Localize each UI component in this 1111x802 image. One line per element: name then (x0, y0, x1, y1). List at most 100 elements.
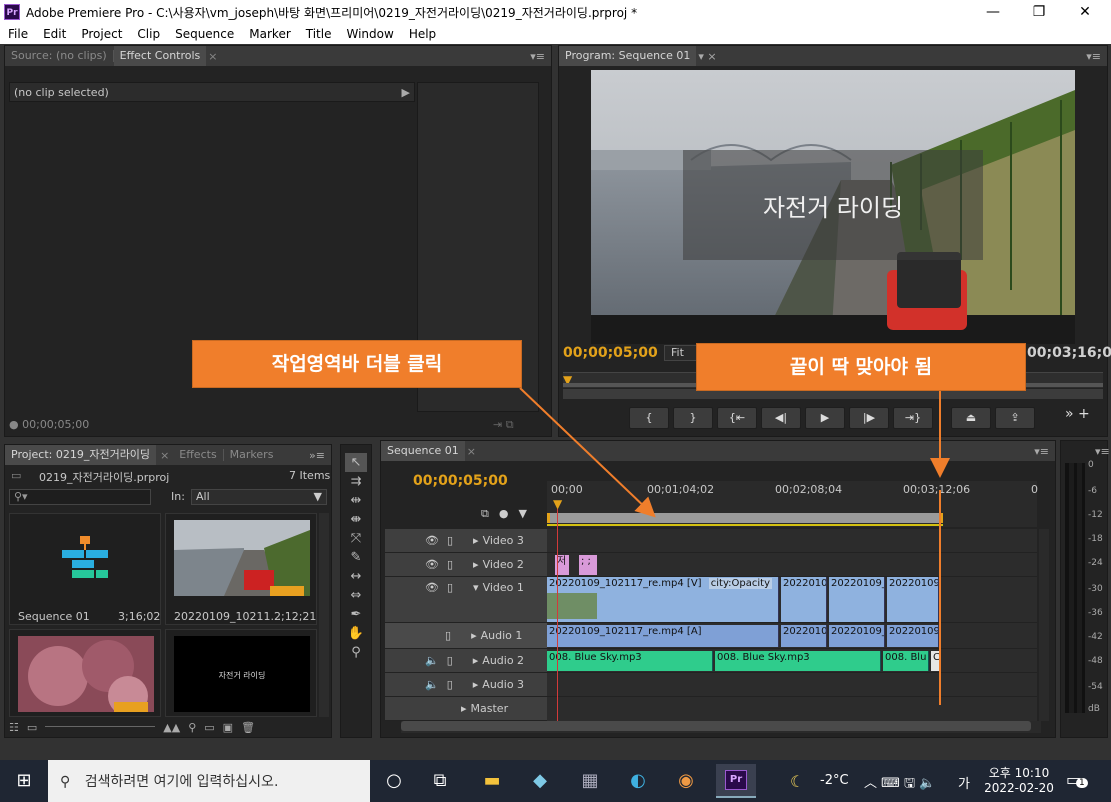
tab-source[interactable]: Source: (no clips) (5, 46, 113, 66)
program-menu-icon[interactable]: ▾≡ (1086, 50, 1101, 63)
tab-markers[interactable]: Markers (224, 445, 280, 465)
a2-music-clip-1[interactable]: 008. Blue Sky.mp3 (547, 651, 713, 671)
step-back-button[interactable]: ◀| (761, 407, 801, 429)
more-controls-icon[interactable]: » + (1065, 406, 1090, 422)
track-header-video3[interactable]: 👁 ▯ ▸ Video 3 (385, 529, 547, 553)
eye-icon[interactable]: 👁 (425, 581, 439, 594)
go-to-out-button[interactable]: ⇥} (893, 407, 933, 429)
lock-icon[interactable]: ▯ (447, 654, 453, 667)
project-item-clip[interactable]: 20220109_10211... 2;12;21 (165, 513, 317, 625)
extract-button[interactable]: ⇪ (995, 407, 1035, 429)
lock-icon[interactable]: ▯ (447, 558, 453, 571)
close-button[interactable]: ✕ (1062, 0, 1108, 24)
edge-icon[interactable]: ◐ (620, 766, 656, 796)
play-button[interactable]: ▶ (805, 407, 845, 429)
hand-tool-icon[interactable]: ✋ (345, 624, 367, 643)
menu-clip[interactable]: Clip (137, 27, 160, 41)
menu-title[interactable]: Title (306, 27, 332, 41)
track-header-video2[interactable]: 👁 ▯ ▸ Video 2 (385, 553, 547, 577)
icon-view-icon[interactable]: ▭ (27, 721, 37, 735)
weather-icon[interactable]: ☾ (790, 772, 804, 791)
audio1-track[interactable]: 20220109_102117_re.mp4 [A] 2022010 20220… (547, 623, 1037, 649)
speaker-icon[interactable]: 🔈 (425, 654, 439, 667)
export-icon[interactable]: ⇥ ⧉ (493, 418, 514, 432)
project-item-image[interactable] (9, 629, 161, 717)
a1-main-clip[interactable]: 20220109_102117_re.mp4 [A] (547, 625, 779, 647)
close-project-tab-icon[interactable]: × (160, 449, 169, 462)
v1-clip-d[interactable]: 20220109 (887, 577, 939, 622)
timeline-v-scrollbar[interactable] (1039, 529, 1049, 721)
premiere-taskbar-button[interactable]: Pr (716, 764, 756, 798)
expand-icon[interactable]: ▸ (461, 702, 467, 715)
audio3-track[interactable] (547, 673, 1037, 697)
chrome-icon[interactable]: ◉ (668, 766, 704, 796)
automate-icon[interactable]: ▲▲ (163, 721, 180, 735)
minimize-button[interactable]: — (970, 0, 1016, 24)
track-header-audio2[interactable]: 🔈 ▯ ▸ Audio 2 (385, 649, 547, 673)
timeline-ruler[interactable]: 00;00 00;01;04;02 00;02;08;04 00;03;12;0… (547, 481, 1038, 527)
ripple-edit-tool-icon[interactable]: ⇹ (345, 491, 367, 510)
menu-help[interactable]: Help (409, 27, 436, 41)
step-forward-button[interactable]: |▶ (849, 407, 889, 429)
master-track[interactable] (547, 697, 1037, 721)
timeline-menu-icon[interactable]: ▾≡ (1034, 445, 1049, 458)
track-header-master[interactable]: ▸ Master (385, 697, 547, 721)
eye-icon[interactable]: 👁 (425, 534, 439, 547)
clock[interactable]: 오후 10:10 2022-02-20 (984, 764, 1054, 795)
store-icon[interactable]: ◆ (522, 766, 558, 796)
tab-effects[interactable]: Effects (173, 445, 222, 465)
rolling-edit-tool-icon[interactable]: ⇼ (345, 510, 367, 529)
speaker-icon[interactable]: 🔈 (425, 678, 439, 691)
ime-indicator[interactable]: 가 (958, 773, 970, 792)
lift-button[interactable]: ⏏ (951, 407, 991, 429)
play-arrow-icon[interactable]: ▶ (402, 86, 410, 99)
cortana-icon[interactable]: ○ (376, 766, 412, 796)
a2-music-clip-3[interactable]: 008. Blu (883, 651, 929, 671)
menu-edit[interactable]: Edit (43, 27, 66, 41)
project-item-title[interactable]: 자전거 라이딩 (165, 629, 317, 717)
rate-stretch-tool-icon[interactable]: ⤧ (345, 529, 367, 548)
meter-menu-icon[interactable]: ▾≡ (1095, 445, 1110, 458)
in-filter-dropdown[interactable]: All ▼ (191, 489, 327, 505)
a2-music-clip-4[interactable]: C (931, 651, 939, 671)
list-view-icon[interactable]: ☷ (9, 721, 19, 735)
track-header-audio3[interactable]: 🔈 ▯ ▸ Audio 3 (385, 673, 547, 697)
new-bin-icon[interactable]: ▭ (204, 721, 214, 735)
panel-menu-icon[interactable]: ▾≡ (530, 50, 545, 63)
mark-in-button[interactable]: { (629, 407, 669, 429)
slip-tool-icon[interactable]: ↔ (345, 567, 367, 586)
menu-project[interactable]: Project (81, 27, 122, 41)
menu-window[interactable]: Window (346, 27, 393, 41)
project-item-sequence[interactable]: Sequence 01 3;16;02 (9, 513, 161, 625)
set-encore-marker-icon[interactable]: ● (499, 507, 509, 521)
razor-tool-icon[interactable]: ✎ (345, 548, 367, 567)
track-header-video1[interactable]: 👁 ▯ ▾ Video 1 (385, 577, 547, 623)
v1-clip-b[interactable]: 2022010 (781, 577, 827, 622)
tab-project[interactable]: Project: 0219_자전거라이딩 (5, 445, 157, 465)
lock-icon[interactable]: ▯ (447, 581, 453, 594)
track-header-audio1[interactable]: ▯ ▸ Audio 1 (385, 623, 547, 649)
a2-music-clip-2[interactable]: 008. Blue Sky.mp3 (715, 651, 881, 671)
find-icon[interactable]: ⚲ (188, 721, 196, 735)
project-menu-icon[interactable]: »≡ (309, 449, 325, 462)
tray-icons[interactable]: ︿ ⌨ 🖫 🔈 (864, 772, 935, 796)
zoom-slider[interactable] (45, 721, 156, 727)
lock-icon[interactable]: ▯ (445, 629, 451, 642)
windows-start-icon[interactable]: ⊞ (6, 766, 42, 796)
sequence-dropdown-icon[interactable]: ▾ × (698, 50, 716, 63)
video2-track[interactable]: 저 ; ; (547, 553, 1037, 577)
pen-tool-icon[interactable]: ✒ (345, 605, 367, 624)
menu-marker[interactable]: Marker (249, 27, 290, 41)
lock-icon[interactable]: ▯ (447, 534, 453, 547)
trash-icon[interactable]: 🗑 (241, 721, 255, 735)
timeline-h-scrollbar[interactable] (401, 721, 1041, 733)
snap-icon[interactable]: ⧉ (481, 507, 489, 521)
program-timecode[interactable]: 00;00;05;00 (563, 345, 658, 361)
weather-temp[interactable]: -2°C (820, 773, 849, 788)
a1-clip-b[interactable]: 2022010 (781, 625, 827, 647)
audio2-track[interactable]: 008. Blue Sky.mp3 008. Blue Sky.mp3 008.… (547, 649, 1037, 673)
menu-file[interactable]: File (8, 27, 28, 41)
sequence-timecode[interactable]: 00;00;05;00 (413, 473, 508, 489)
close-sequence-tab-icon[interactable]: × (467, 445, 476, 458)
taskbar-search-box[interactable]: ⚲ 검색하려면 여기에 입력하십시오. (48, 760, 370, 802)
